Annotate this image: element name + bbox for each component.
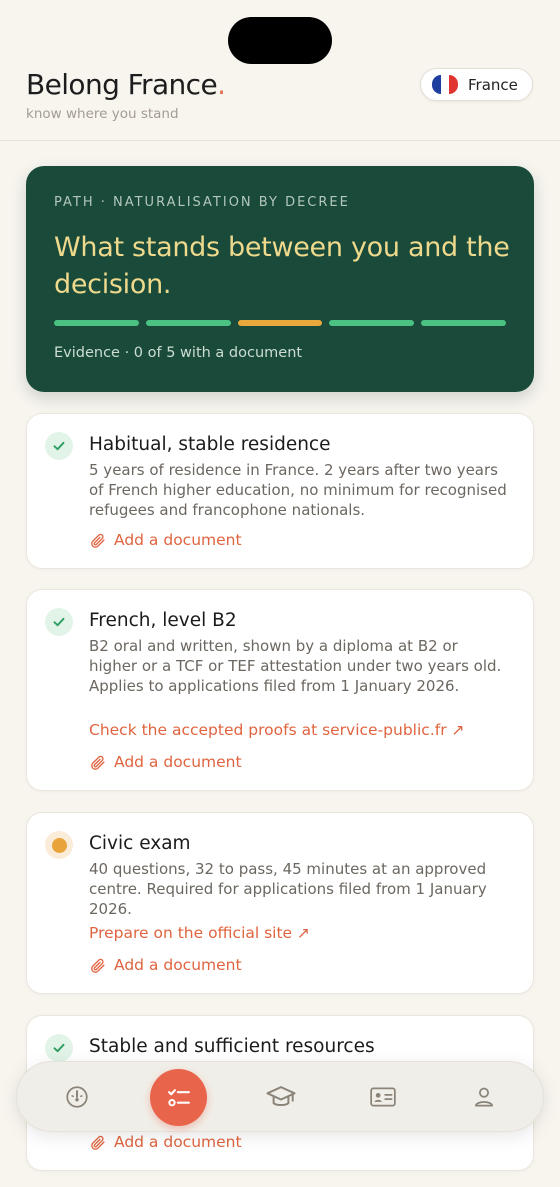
add-document-button[interactable]: Add a document [89,1133,242,1151]
tab-documents[interactable] [355,1072,411,1122]
requirement-description: B2 oral and written, shown by a diploma … [89,637,502,695]
requirement-card-civic-exam[interactable]: Civic exam 40 questions, 32 to pass, 45 … [26,812,534,994]
evidence-count: Evidence · 0 of 5 with a document [54,345,303,361]
checklist-icon [167,1088,190,1106]
check-icon [45,432,73,460]
tagline: know where you stand [26,106,179,122]
requirement-card-french-b2[interactable]: French, level B2 B2 oral and written, sh… [26,589,534,791]
progress-segment [237,320,323,326]
tab-dashboard[interactable] [49,1072,105,1122]
paperclip-icon [91,1135,105,1150]
profile-icon [475,1087,493,1107]
progress-segment [329,320,415,326]
requirement-title: French, level B2 [89,610,237,631]
path-title: What stands between you and the decision… [54,232,510,300]
add-document-label: Add a document [114,531,242,549]
paperclip-icon [91,533,105,548]
requirement-title: Habitual, stable residence [89,434,331,455]
path-summary-card: PATH · NATURALISATION BY DECREE What sta… [26,166,534,392]
requirement-description: 40 questions, 32 to pass, 45 minutes at … [89,860,487,918]
path-eyebrow: PATH · NATURALISATION BY DECREE [54,195,350,210]
paperclip-icon [91,958,105,973]
bottom-tab-bar [16,1061,544,1132]
check-icon [45,608,73,636]
graduation-cap-icon [266,1086,296,1106]
progress-segment [145,320,231,326]
requirement-card-residence[interactable]: Habitual, stable residence 5 years of re… [26,413,534,569]
add-document-label: Add a document [114,956,242,974]
brand-dot: . [217,68,226,101]
tab-profile[interactable] [456,1072,512,1122]
add-document-label: Add a document [114,753,242,771]
add-document-button[interactable]: Add a document [89,956,242,974]
tab-checklist[interactable] [150,1069,207,1126]
country-label: France [468,75,518,94]
official-site-link[interactable]: Prepare on the official site ↗ [89,924,310,942]
add-document-button[interactable]: Add a document [89,531,242,549]
check-icon [45,1034,73,1062]
requirement-title: Stable and sufficient resources [89,1036,375,1057]
dashboard-icon [66,1086,88,1108]
requirements-progress [54,320,506,326]
brand-title: Belong France. [26,68,226,101]
progress-segment [54,320,139,326]
requirement-description: 5 years of residence in France. 2 years … [89,461,507,519]
accepted-proofs-link[interactable]: Check the accepted proofs at service-pub… [89,721,465,739]
id-card-icon [370,1087,396,1107]
france-flag-icon [432,75,458,94]
progress-segment [421,320,506,326]
pending-status-icon [45,831,73,859]
add-document-label: Add a document [114,1133,242,1151]
app-header: Belong France. know where you stand Fran… [0,0,560,141]
country-selector-button[interactable]: France [420,68,533,101]
add-document-button[interactable]: Add a document [89,753,242,771]
requirement-title: Civic exam [89,833,191,854]
tab-learn[interactable] [253,1072,309,1122]
paperclip-icon [91,755,105,770]
